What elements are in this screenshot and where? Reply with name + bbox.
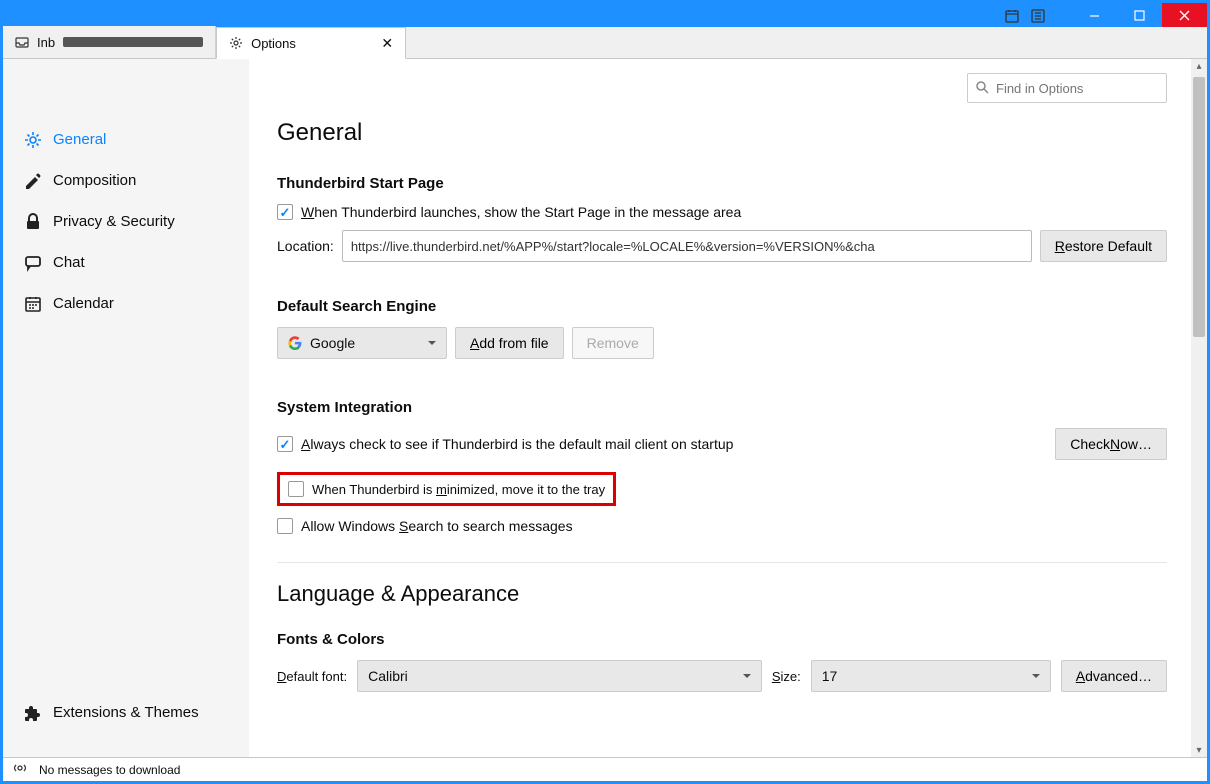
window-maximize-button[interactable] (1117, 3, 1162, 27)
lock-icon (23, 212, 43, 232)
gear-icon (23, 130, 43, 150)
app-window: Inb Options ✕ General Composition Privac… (0, 0, 1210, 784)
section-search-engine: Default Search Engine (277, 298, 1167, 315)
scroll-up-arrow[interactable]: ▴ (1194, 61, 1204, 71)
advanced-fonts-button[interactable]: Advanced… (1061, 660, 1167, 692)
font-select[interactable]: Calibri (357, 660, 762, 692)
sidebar-item-calendar[interactable]: Calendar (3, 283, 249, 324)
tab-bar: Inb Options ✕ (3, 27, 1207, 59)
scroll-down-arrow[interactable]: ▾ (1194, 745, 1204, 755)
checkbox-show-start-page[interactable] (277, 204, 293, 220)
label-windows-search: Allow Windows Search to search messages (301, 518, 573, 534)
sidebar-label: Privacy & Security (53, 213, 175, 230)
label-minimize-tray: When Thunderbird is minimized, move it t… (312, 482, 605, 497)
sidebar-item-extensions[interactable]: Extensions & Themes (3, 692, 249, 733)
status-bar: No messages to download (3, 757, 1207, 781)
sidebar-item-general[interactable]: General (3, 119, 249, 160)
section-fonts-colors: Fonts & Colors (277, 631, 1167, 648)
section-start-page: Thunderbird Start Page (277, 175, 1167, 192)
redacted-text (63, 37, 203, 47)
sidebar-label: General (53, 131, 106, 148)
checkbox-always-check-default[interactable] (277, 436, 293, 452)
tab-options-label: Options (251, 36, 296, 51)
size-label: Size: (772, 669, 801, 684)
options-sidebar: General Composition Privacy & Security C… (3, 59, 249, 757)
section-system-integration: System Integration (277, 399, 1167, 416)
add-from-file-button[interactable]: Add from file (455, 327, 564, 359)
sidebar-item-chat[interactable]: Chat (3, 242, 249, 283)
scrollbar-track[interactable]: ▴ ▾ (1191, 59, 1207, 757)
sidebar-label: Composition (53, 172, 136, 189)
location-label: Location: (277, 238, 334, 254)
sidebar-label: Chat (53, 254, 85, 271)
checkbox-windows-search[interactable] (277, 518, 293, 534)
checkbox-minimize-to-tray[interactable] (288, 481, 304, 497)
calendar-icon (23, 294, 43, 314)
sidebar-item-privacy[interactable]: Privacy & Security (3, 201, 249, 242)
scrollbar-thumb[interactable] (1193, 77, 1205, 337)
sidebar-label: Extensions & Themes (53, 704, 199, 721)
calendar-small-icon[interactable] (1003, 7, 1021, 25)
gear-icon (229, 36, 243, 50)
size-select[interactable]: 17 (811, 660, 1051, 692)
google-icon (288, 336, 302, 350)
label-show-start-page: When Thunderbird launches, show the Star… (301, 204, 741, 220)
search-engine-value: Google (310, 335, 355, 351)
search-engine-select[interactable]: Google (277, 327, 447, 359)
highlighted-option: When Thunderbird is minimized, move it t… (277, 472, 616, 506)
location-input[interactable] (342, 230, 1032, 262)
tab-close-icon[interactable]: ✕ (381, 35, 393, 52)
search-input[interactable] (967, 73, 1167, 103)
sidebar-item-composition[interactable]: Composition (3, 160, 249, 201)
window-close-button[interactable] (1162, 3, 1207, 27)
chat-icon (23, 253, 43, 273)
tab-options[interactable]: Options ✕ (216, 27, 406, 59)
options-main: General Thunderbird Start Page When Thun… (249, 59, 1207, 757)
window-titlebar (3, 3, 1207, 27)
check-now-button[interactable]: Check Now… (1055, 428, 1167, 460)
content-area: General Composition Privacy & Security C… (3, 59, 1207, 757)
section-divider (277, 562, 1167, 563)
search-container (967, 73, 1167, 103)
pencil-icon (23, 171, 43, 191)
activity-icon (13, 761, 27, 778)
restore-default-button[interactable]: Restore Default (1040, 230, 1167, 262)
default-font-label: Default font: (277, 669, 347, 684)
tab-inbox-label: Inb (37, 35, 55, 50)
puzzle-icon (23, 703, 43, 723)
toolbar-quick-icons (1003, 7, 1047, 25)
tab-inbox[interactable]: Inb (3, 26, 216, 58)
window-minimize-button[interactable] (1072, 3, 1117, 27)
inbox-icon (15, 35, 29, 49)
section-language-appearance: Language & Appearance (277, 581, 1167, 607)
sidebar-label: Calendar (53, 295, 114, 312)
tasks-small-icon[interactable] (1029, 7, 1047, 25)
status-message: No messages to download (39, 763, 180, 777)
remove-engine-button: Remove (572, 327, 654, 359)
search-icon (975, 80, 989, 97)
page-title: General (277, 119, 1167, 147)
label-always-check: Always check to see if Thunderbird is th… (301, 436, 1047, 452)
